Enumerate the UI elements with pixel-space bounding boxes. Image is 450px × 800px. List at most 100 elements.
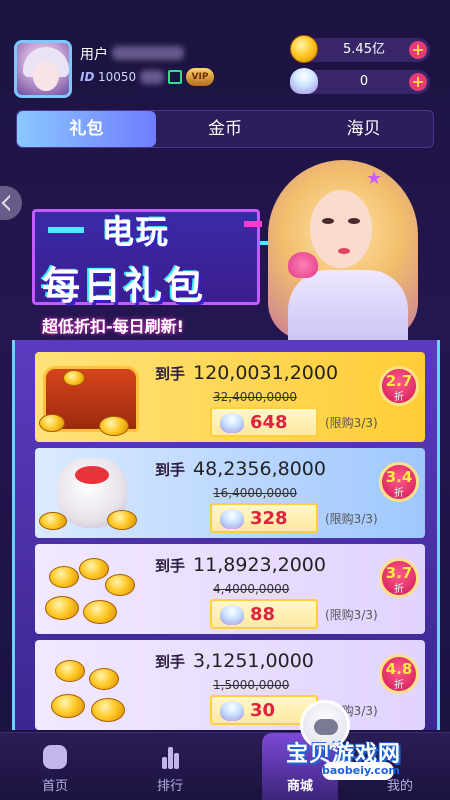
avatar-face — [33, 61, 59, 91]
coin-icon — [49, 566, 79, 588]
coin-icon — [83, 600, 117, 624]
offer-amount: 到手 3,1251,0000 — [155, 650, 314, 672]
tab-gift-pack[interactable]: 礼包 — [17, 111, 156, 147]
offer-list: 到手 120,0031,2000 32,4000,0000 648 (限购3/3)… — [12, 340, 440, 730]
user-id: 10050 — [98, 70, 137, 84]
discount-badge: 4.8 折 — [379, 654, 419, 694]
shop-tabs: 礼包 金币 海贝 — [16, 110, 434, 148]
coin-bag-image — [35, 448, 147, 538]
discount-badge: 2.7 折 — [379, 366, 419, 406]
coin-icon — [39, 512, 67, 530]
coin-icon — [51, 694, 85, 718]
gamepad-icon — [43, 745, 67, 769]
offer-amount-value: 48,2356,8000 — [193, 458, 326, 480]
banner-subtitle: 超低折扣-每日刷新! — [42, 317, 184, 336]
coin-stack-image — [35, 640, 147, 730]
seashell-icon — [220, 413, 244, 433]
gold-coin-icon — [290, 35, 318, 63]
calendar-icon[interactable] — [168, 70, 182, 84]
banner-character-illustration: ★ — [258, 160, 428, 350]
offer-card[interactable]: 到手 3,1251,0000 1,5000,0000 30 (限购3/3) 4.8… — [35, 640, 425, 730]
coin-icon — [91, 698, 125, 722]
offer-amount: 到手 120,0031,2000 — [155, 362, 338, 384]
profile-header: 用户 ID 10050 VIP 5.45亿 + 0 + — [0, 0, 450, 105]
username: 用户 — [80, 47, 108, 63]
purchase-limit: (限购3/3) — [325, 512, 378, 526]
id-label: ID — [80, 70, 95, 84]
tab-shells[interactable]: 海贝 — [294, 111, 433, 147]
offer-price: 648 — [250, 412, 288, 433]
buy-button[interactable]: 88 — [210, 599, 318, 629]
gamepad-icon — [314, 719, 338, 735]
offer-price: 88 — [250, 604, 276, 625]
character-eye — [322, 218, 334, 224]
banner-title-line1: 电玩 — [102, 213, 171, 251]
purchase-limit: (限购3/3) — [325, 416, 378, 430]
coin-icon — [45, 596, 79, 620]
offer-amount: 到手 11,8923,2000 — [155, 554, 326, 576]
shell-balance: 0 + — [290, 68, 430, 94]
user-id-redacted — [140, 70, 164, 84]
coin-icon — [99, 416, 129, 436]
offer-card[interactable]: 到手 48,2356,8000 16,4000,0000 328 (限购3/3) … — [35, 448, 425, 538]
shell-amount: 0 — [359, 74, 369, 89]
coin-icon — [79, 558, 109, 580]
discount-unit: 折 — [394, 488, 404, 499]
character-eye — [348, 218, 360, 224]
offer-amount-prefix: 到手 — [155, 653, 186, 671]
coin-icon — [105, 574, 135, 596]
offer-amount: 到手 48,2356,8000 — [155, 458, 326, 480]
seashell-icon — [290, 68, 318, 94]
offer-card[interactable]: 到手 120,0031,2000 32,4000,0000 648 (限购3/3)… — [35, 352, 425, 442]
coin-balance: 5.45亿 + — [290, 35, 430, 63]
offer-amount-prefix: 到手 — [155, 365, 186, 383]
offer-original-amount: 32,4000,0000 — [213, 390, 297, 404]
nav-home-label: 首页 — [41, 779, 68, 794]
banner-decoration — [48, 227, 84, 233]
coin-stack-image — [35, 544, 147, 634]
offer-card[interactable]: 到手 11,8923,2000 4,4000,0000 88 (限购3/3) 3.… — [35, 544, 425, 634]
discount-badge: 3.7 折 — [379, 558, 419, 598]
coin-icon — [107, 510, 137, 530]
heart-icon — [288, 252, 318, 278]
banner-title-line2: 每日礼包 — [42, 264, 207, 308]
character-face — [310, 190, 372, 268]
offer-amount-value: 120,0031,2000 — [193, 362, 339, 384]
watermark-url: baobeiy.com — [322, 762, 400, 780]
offer-price: 30 — [250, 700, 276, 721]
discount-unit: 折 — [394, 392, 404, 403]
ribbon-bow-icon — [75, 466, 109, 484]
offer-amount-prefix: 到手 — [155, 461, 186, 479]
nav-home[interactable]: 首页 — [10, 733, 100, 800]
offer-original-amount: 1,5000,0000 — [213, 678, 290, 692]
coin-icon — [39, 414, 65, 432]
coin-icon — [89, 668, 119, 690]
username-redacted — [112, 46, 184, 60]
nav-ranking-label: 排行 — [156, 779, 183, 794]
offer-amount-value: 3,1251,0000 — [193, 650, 314, 672]
ranking-icon — [158, 745, 182, 769]
buy-button[interactable]: 648 — [210, 407, 318, 437]
offer-original-amount: 4,4000,0000 — [213, 582, 290, 596]
discount-unit: 折 — [394, 680, 404, 691]
add-coins-button[interactable]: + — [409, 41, 427, 59]
coin-icon — [55, 660, 85, 682]
offer-amount-prefix: 到手 — [155, 557, 186, 575]
buy-button[interactable]: 328 — [210, 503, 318, 533]
avatar[interactable] — [14, 40, 72, 98]
discount-unit: 折 — [394, 584, 404, 595]
offer-amount-value: 11,8923,2000 — [193, 554, 326, 576]
coin-amount: 5.45亿 — [343, 42, 385, 57]
treasure-chest-image — [35, 352, 147, 442]
character-lips — [338, 248, 350, 254]
seashell-icon — [220, 605, 244, 625]
seashell-icon — [220, 701, 244, 721]
coin-icon — [63, 370, 85, 386]
star-icon: ★ — [366, 168, 383, 189]
vip-badge[interactable]: VIP — [186, 68, 214, 86]
add-shells-button[interactable]: + — [409, 73, 427, 91]
tab-coins[interactable]: 金币 — [156, 111, 295, 147]
offer-original-amount: 16,4000,0000 — [213, 486, 297, 500]
nav-ranking[interactable]: 排行 — [125, 733, 215, 800]
character-body — [288, 270, 408, 350]
